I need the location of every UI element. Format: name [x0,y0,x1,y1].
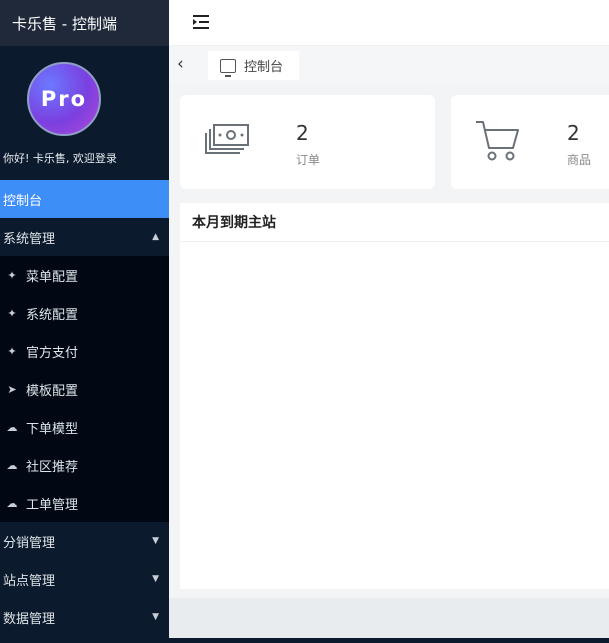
sidebar-item-label: 菜单配置 [26,269,79,285]
cloud-icon: ☁ [6,420,18,434]
stat-card-products: 2 商品 [451,95,609,189]
footer [169,598,609,638]
stat-card-orders: 2 订单 [180,95,435,189]
sidebar-item-official-pay[interactable]: ✦ 官方支付 [0,332,169,370]
sidebar-item-template-config[interactable]: ➤ 模板配置 [0,370,169,408]
sidebar-item-label: 系统管理 [3,231,56,247]
money-icon [205,124,249,154]
sidebar-item-label: 站点管理 [3,573,56,589]
topbar [169,0,609,46]
chevron-up-icon: ▲ [152,232,159,242]
chevron-down-icon: ▼ [152,574,159,584]
menu-toggle-icon[interactable] [193,15,209,29]
chevron-down-icon: ▼ [152,536,159,546]
expiring-sites-panel: 本月到期主站 [180,203,609,589]
sidebar: 卡乐售 - 控制端 Pro 你好! 卡乐售, 欢迎登录 控制台 系统管理 ▲ ✦… [0,0,169,643]
avatar-text: Pro [40,87,88,111]
sidebar-item-label: 官方支付 [26,345,79,361]
sidebar-item-tickets[interactable]: ☁ 工单管理 [0,484,169,522]
profile-section: Pro 你好! 卡乐售, 欢迎登录 [0,46,169,180]
sidebar-item-label: 工单管理 [26,497,79,513]
sidebar-item-label: 下单模型 [26,421,79,437]
sidebar-item-label: 模板配置 [26,383,79,399]
tab-label: 控制台 [244,60,284,75]
sidebar-item-system[interactable]: 系统管理 ▲ [0,218,169,256]
chevron-left-icon[interactable]: ‹ [177,54,184,74]
avatar[interactable]: Pro [27,62,101,136]
main-content: 2 订单 2 商品 本月到期主站 [169,84,609,598]
sidebar-item-label: 数据管理 [3,611,56,627]
tool-icon: ✦ [7,268,17,282]
cart-icon [476,121,519,161]
sidebar-item-label: 社区推荐 [26,459,79,475]
sidebar-item-menu-config[interactable]: ✦ 菜单配置 [0,256,169,294]
chevron-down-icon: ▼ [152,612,159,622]
welcome-text: 你好! 卡乐售, 欢迎登录 [3,152,117,165]
bottom-bar [0,638,609,643]
sidebar-item-data[interactable]: 数据管理 ▼ [0,598,169,636]
sidebar-item-system-config[interactable]: ✦ 系统配置 [0,294,169,332]
cloud-icon: ☁ [6,496,18,510]
cloud-icon: ☁ [6,458,18,472]
sidebar-item-label: 控制台 [3,193,43,209]
tool-icon: ✦ [7,306,17,320]
products-count: 2 [567,121,580,145]
orders-count: 2 [296,121,309,145]
products-label: 商品 [567,153,592,167]
tab-bar: ‹ 控制台 [169,46,609,84]
panel-title: 本月到期主站 [180,203,609,242]
send-icon: ➤ [7,382,17,396]
sidebar-item-dashboard[interactable]: 控制台 [0,180,169,218]
sidebar-item-label: 分销管理 [3,535,56,551]
monitor-icon [220,58,236,77]
sidebar-item-distribution[interactable]: 分销管理 ▼ [0,522,169,560]
sidebar-item-community[interactable]: ☁ 社区推荐 [0,446,169,484]
orders-label: 订单 [296,153,321,167]
tool-icon: ✦ [7,344,17,358]
sidebar-item-sites[interactable]: 站点管理 ▼ [0,560,169,598]
tab-dashboard[interactable]: 控制台 [208,51,299,80]
sidebar-menu: 控制台 系统管理 ▲ ✦ 菜单配置 ✦ 系统配置 ✦ 官方支付 ➤ 模板配置 ☁… [0,180,169,636]
sidebar-item-label: 系统配置 [26,307,79,323]
app-title: 卡乐售 - 控制端 [0,0,169,46]
sidebar-item-order-model[interactable]: ☁ 下单模型 [0,408,169,446]
